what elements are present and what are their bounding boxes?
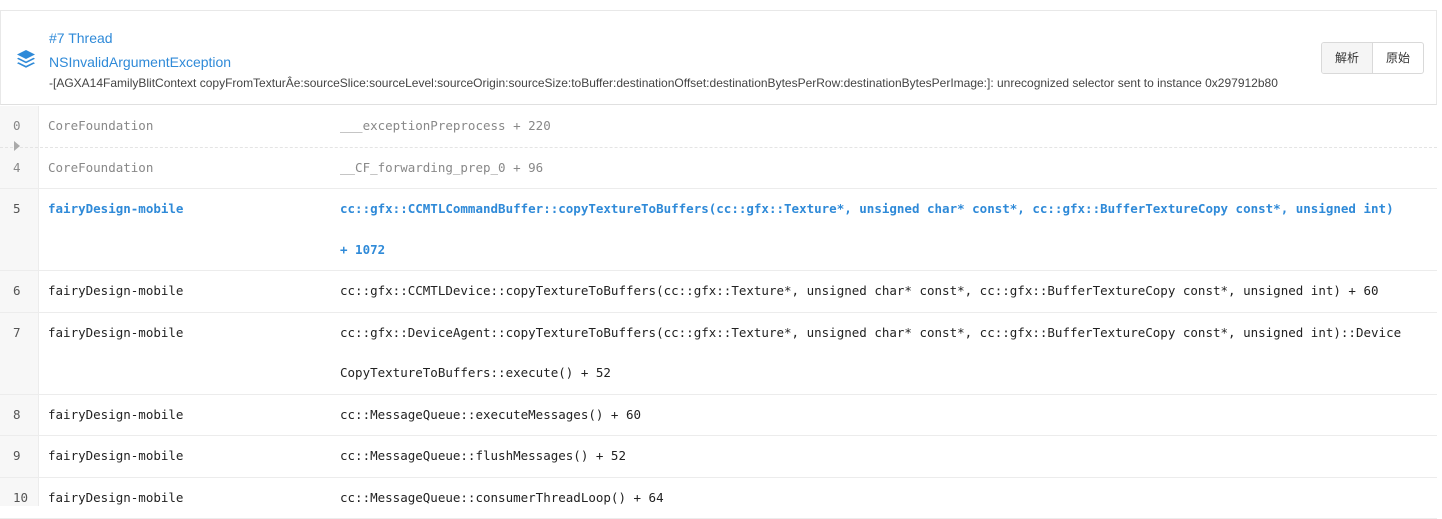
stack-frame-row[interactable]: 10 fairyDesign-mobile cc::MessageQueue::co… — [0, 478, 1437, 519]
stack-frame-row[interactable]: 9 fairyDesign-mobile cc::MessageQueue::flu… — [0, 436, 1437, 478]
frame-symbol: cc::gfx::CCMTLDevice::copyTextureToBuffe… — [340, 271, 1405, 312]
frame-index: 7 — [13, 313, 21, 353]
stack-frame-row[interactable]: 8 fairyDesign-mobile cc::MessageQueue::exe… — [0, 395, 1437, 437]
frame-symbol: ___exceptionPreprocess + 220 — [340, 106, 1405, 147]
frame-index: 5 — [13, 189, 21, 229]
frame-library: fairyDesign-mobile — [48, 189, 183, 229]
raw-view-button[interactable]: 原始 — [1372, 43, 1423, 73]
frame-library: fairyDesign-mobile — [48, 395, 183, 435]
frame-library: fairyDesign-mobile — [48, 271, 183, 311]
frame-symbol: cc::gfx::DeviceAgent::copyTextureToBuffe… — [340, 313, 1405, 394]
frame-index: 9 — [13, 436, 21, 476]
frame-library: fairyDesign-mobile — [48, 478, 183, 518]
frame-library: CoreFoundation — [48, 148, 153, 188]
stack-frame-row[interactable]: 5 fairyDesign-mobile cc::gfx::CCMTLCommand… — [0, 189, 1437, 271]
caret-right-icon[interactable] — [14, 141, 20, 151]
frame-library: CoreFoundation — [48, 106, 153, 146]
stack-frame-row[interactable]: 7 fairyDesign-mobile cc::gfx::DeviceAgent:… — [0, 313, 1437, 395]
frame-index: 4 — [13, 148, 21, 188]
stack-frame-row[interactable]: 0 CoreFoundation ___exceptionPreprocess + … — [0, 106, 1437, 148]
frame-library: fairyDesign-mobile — [48, 313, 183, 353]
frame-index: 10 — [13, 478, 28, 518]
parsed-view-button[interactable]: 解析 — [1322, 43, 1372, 73]
exception-header: #7 Thread NSInvalidArgumentException -[A… — [0, 10, 1437, 105]
view-mode-toggle: 解析 原始 — [1321, 42, 1424, 74]
frame-index: 6 — [13, 271, 21, 311]
frame-library: fairyDesign-mobile — [48, 436, 183, 476]
frame-symbol: cc::MessageQueue::executeMessages() + 60 — [340, 395, 1405, 436]
frame-symbol: cc::MessageQueue::flushMessages() + 52 — [340, 436, 1405, 477]
frame-index: 8 — [13, 395, 21, 435]
stack-layers-icon — [15, 48, 37, 70]
frame-symbol: cc::gfx::CCMTLCommandBuffer::copyTexture… — [340, 189, 1405, 270]
exception-name[interactable]: NSInvalidArgumentException — [49, 53, 231, 71]
frame-index: 0 — [13, 106, 21, 146]
exception-reason: -[AGXA14FamilyBlitContext copyFromTextur… — [49, 75, 1278, 91]
stack-frame-row[interactable]: 4 CoreFoundation __CF_forwarding_prep_0 + … — [0, 148, 1437, 190]
thread-title[interactable]: #7 Thread — [49, 29, 113, 47]
frame-symbol: __CF_forwarding_prep_0 + 96 — [340, 148, 1405, 189]
stack-frame-row[interactable]: 6 fairyDesign-mobile cc::gfx::CCMTLDevice:… — [0, 271, 1437, 313]
frame-symbol: cc::MessageQueue::consumerThreadLoop() +… — [340, 478, 1405, 519]
stack-frames-list: 0 CoreFoundation ___exceptionPreprocess + … — [0, 106, 1437, 519]
